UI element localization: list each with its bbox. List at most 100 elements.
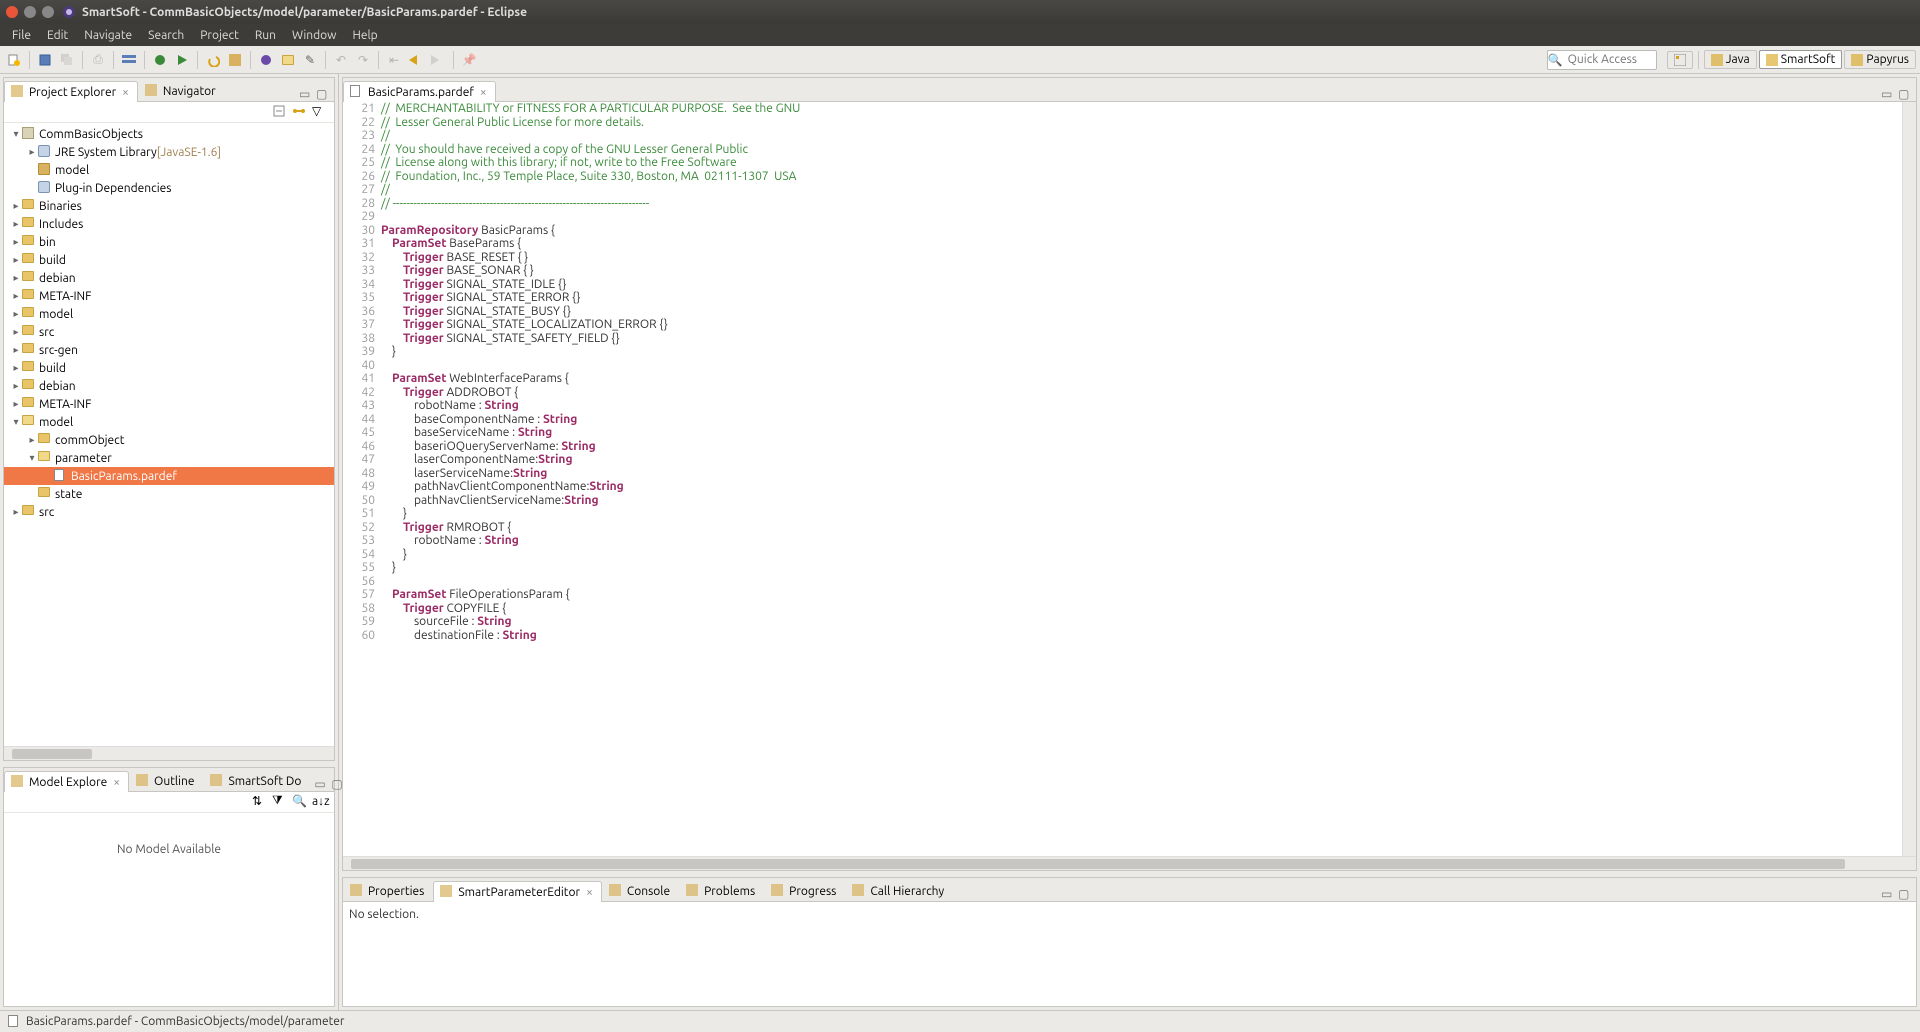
menu-search[interactable]: Search: [140, 27, 192, 44]
undo-button[interactable]: [203, 50, 223, 70]
tree-item[interactable]: ▸Includes: [4, 215, 334, 233]
tree-twisty[interactable]: ▸: [10, 200, 22, 212]
tree-item[interactable]: ▸debian: [4, 377, 334, 395]
minimize-view-icon[interactable]: ▭: [299, 87, 313, 101]
tree-item[interactable]: ▸debian: [4, 269, 334, 287]
tree-item[interactable]: ▸model: [4, 305, 334, 323]
quick-access-input[interactable]: [1547, 50, 1657, 70]
minimize-view-icon[interactable]: ▭: [314, 777, 328, 791]
view-menu-icon[interactable]: ▽: [312, 104, 328, 120]
save-button[interactable]: [35, 50, 55, 70]
open-perspective-button[interactable]: [1667, 51, 1693, 69]
tree-item[interactable]: model: [4, 161, 334, 179]
tree-item[interactable]: ▸bin: [4, 233, 334, 251]
bottom-tab[interactable]: Console: [602, 880, 679, 901]
tree-twisty[interactable]: ▸: [10, 380, 22, 392]
tree-twisty[interactable]: ▸: [10, 326, 22, 338]
menu-project[interactable]: Project: [192, 27, 247, 44]
sort-icon[interactable]: ⇅: [252, 794, 268, 810]
toggle-breadcrumb-button[interactable]: [119, 50, 139, 70]
tree-item[interactable]: ▸src-gen: [4, 341, 334, 359]
bottom-tab[interactable]: Properties: [343, 880, 433, 901]
az-sort-icon[interactable]: a↓z: [312, 794, 328, 810]
tree-twisty[interactable]: ▸: [10, 362, 22, 374]
close-icon[interactable]: ×: [113, 776, 120, 789]
editor-h-scrollbar[interactable]: [343, 856, 1916, 870]
perspective-papyrus[interactable]: Papyrus: [1844, 50, 1916, 69]
search-icon[interactable]: 🔍: [292, 794, 308, 810]
tree-item[interactable]: BasicParams.pardef: [4, 467, 334, 485]
new-button[interactable]: [4, 50, 24, 70]
last-edit-button[interactable]: ⇤: [384, 50, 404, 70]
project-explorer-tab[interactable]: Project Explorer×: [4, 81, 138, 102]
tree-twisty[interactable]: ▾: [26, 452, 38, 464]
bottom-tab[interactable]: SmartParameterEditor×: [433, 881, 601, 902]
tree-twisty[interactable]: ▸: [26, 146, 38, 158]
filter-icon[interactable]: ⧩: [272, 794, 288, 810]
model-explorer-tab[interactable]: Outline: [129, 770, 203, 791]
create-module-button[interactable]: [256, 50, 276, 70]
menu-edit[interactable]: Edit: [39, 27, 76, 44]
close-icon[interactable]: ×: [480, 86, 487, 99]
tree-item[interactable]: state: [4, 485, 334, 503]
editor-v-scrollbar[interactable]: [1902, 102, 1916, 856]
menu-run[interactable]: Run: [247, 27, 284, 44]
tree-twisty[interactable]: ▸: [10, 506, 22, 518]
forward-button[interactable]: [428, 50, 448, 70]
tree-item[interactable]: ▸src: [4, 503, 334, 521]
tree-item[interactable]: ▸META-INF: [4, 287, 334, 305]
model-explorer-tab[interactable]: SmartSoft Do: [203, 770, 310, 791]
open-folder-button[interactable]: [278, 50, 298, 70]
bottom-tab[interactable]: Problems: [679, 880, 764, 901]
tree-twisty[interactable]: ▸: [10, 290, 22, 302]
minimize-view-icon[interactable]: ▭: [1881, 87, 1895, 101]
menu-navigate[interactable]: Navigate: [76, 27, 140, 44]
close-icon[interactable]: ×: [586, 886, 593, 899]
print-button[interactable]: ⎙: [88, 50, 108, 70]
tree-item[interactable]: ▸Binaries: [4, 197, 334, 215]
collapse-all-icon[interactable]: [272, 104, 288, 120]
menu-file[interactable]: File: [4, 27, 39, 44]
tree-twisty[interactable]: ▾: [10, 128, 22, 140]
tree-item[interactable]: ▸build: [4, 251, 334, 269]
tree-item[interactable]: ▸build: [4, 359, 334, 377]
tree-twisty[interactable]: ▸: [10, 308, 22, 320]
editor-tab[interactable]: BasicParams.pardef ×: [343, 81, 496, 102]
maximize-view-icon[interactable]: ▢: [316, 87, 330, 101]
perspective-java[interactable]: Java: [1704, 50, 1757, 69]
save-all-button[interactable]: [57, 50, 77, 70]
minimize-view-icon[interactable]: ▭: [1881, 887, 1895, 901]
tree-item[interactable]: ▾model: [4, 413, 334, 431]
bottom-tab[interactable]: Call Hierarchy: [845, 880, 953, 901]
tree-twisty[interactable]: ▸: [10, 218, 22, 230]
tree-twisty[interactable]: ▸: [26, 434, 38, 446]
project-explorer-tab[interactable]: Navigator: [138, 80, 225, 101]
window-close-button[interactable]: [6, 6, 18, 18]
tree-twisty[interactable]: ▸: [10, 254, 22, 266]
generate-button[interactable]: ✎: [300, 50, 320, 70]
tree-item[interactable]: Plug-in Dependencies: [4, 179, 334, 197]
tree-item[interactable]: ▸src: [4, 323, 334, 341]
pin-button[interactable]: 📌: [459, 50, 479, 70]
maximize-view-icon[interactable]: ▢: [1898, 87, 1912, 101]
window-minimize-button[interactable]: [24, 6, 36, 18]
tree-twisty[interactable]: ▾: [10, 416, 22, 428]
run-button[interactable]: [172, 50, 192, 70]
back-button[interactable]: [406, 50, 426, 70]
tree-h-scrollbar[interactable]: [4, 746, 334, 760]
new-package-button[interactable]: [225, 50, 245, 70]
tree-twisty[interactable]: ▸: [10, 236, 22, 248]
tree-item[interactable]: ▾parameter: [4, 449, 334, 467]
tree-item[interactable]: ▸JRE System Library [JavaSE-1.6]: [4, 143, 334, 161]
model-explorer-tab[interactable]: Model Explore×: [4, 771, 129, 792]
tree-twisty[interactable]: ▸: [10, 398, 22, 410]
menu-window[interactable]: Window: [284, 27, 344, 44]
editor-body[interactable]: 2122232425262728293031323334353637383940…: [343, 102, 1916, 856]
bottom-tab[interactable]: Progress: [764, 880, 845, 901]
debug-button[interactable]: [150, 50, 170, 70]
tree-twisty[interactable]: ▸: [10, 272, 22, 284]
prev-edit-button[interactable]: ↶: [331, 50, 351, 70]
window-maximize-button[interactable]: [42, 6, 54, 18]
close-icon[interactable]: ×: [122, 86, 129, 99]
tree-item[interactable]: ▾CommBasicObjects: [4, 125, 334, 143]
